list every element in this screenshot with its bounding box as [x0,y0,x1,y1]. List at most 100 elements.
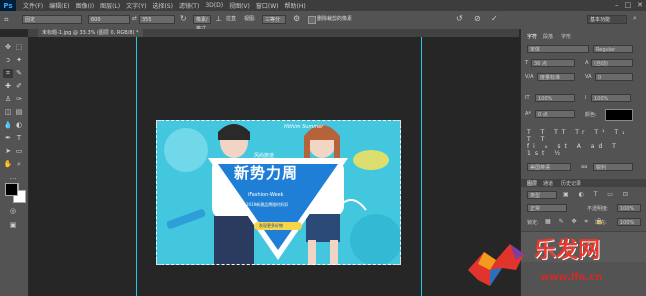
site-watermark: 乐发网 www.lfe.cn [462,228,646,296]
opacity-input[interactable]: 100% [617,204,641,212]
marquee-tool-icon[interactable]: ⬚ [14,43,24,52]
font-size-input[interactable]: 36 点 [531,59,575,67]
healing-brush-icon[interactable]: ✚ [3,82,13,91]
crop-width-input[interactable]: 600 [88,15,130,24]
cancel-icon[interactable]: ⊘ [474,14,481,23]
menu-view[interactable]: 视图(V) [226,1,253,10]
menu-bar: Ps 文件(F) 编辑(E) 图像(I) 图层(L) 文字(Y) 选择(S) 滤… [0,0,646,11]
text-style-buttons[interactable]: T T TT Tr T¹ T₁ T T [527,129,637,143]
brush-tool-icon[interactable]: ✐ [14,82,24,91]
baseline-input[interactable]: 0 点 [535,110,575,118]
kerning-icon: V/A [525,74,534,80]
commit-check-icon[interactable]: ✓ [491,14,498,23]
kerning-select[interactable]: 度量标准 [537,73,575,81]
layer-filter-icons[interactable]: ▣ ◐ T ▭ ⊡ [563,191,632,198]
delete-cropped-checkbox[interactable] [308,16,316,24]
vertical-scale-input[interactable]: 100% [535,94,575,102]
eraser-icon[interactable]: ◫ [3,108,13,117]
horizontal-scale-input[interactable]: 100% [591,94,631,102]
crop-height-input[interactable]: 355 [139,15,175,24]
crop-handle-br[interactable] [394,258,401,265]
pen-tool-icon[interactable]: ✒ [3,134,13,143]
screen-mode-icon[interactable]: ▣ [8,221,18,230]
tab-paragraph[interactable]: 段落 [543,33,553,40]
blend-mode-select[interactable]: 正常 [527,204,567,212]
blur-tool-icon[interactable]: 💧 [3,121,13,130]
font-size-icon: T [525,60,529,66]
menu-edit[interactable]: 编辑(E) [46,1,72,10]
menu-file[interactable]: 文件(F) [20,1,46,10]
tab-character[interactable]: 字符 [527,33,537,40]
foreground-color-swatch-top[interactable] [5,183,18,196]
type-tool-icon[interactable]: T [14,134,24,143]
tracking-icon: VA [585,74,592,80]
guide-line-right[interactable] [421,37,422,296]
workspace-switcher[interactable]: 基本功能 [587,15,627,24]
rotate-icon[interactable]: ↻ [180,14,187,23]
tracking-input[interactable]: 0 [595,73,633,81]
layer-filter-select[interactable]: 类型 [527,191,557,199]
menu-layer[interactable]: 图层(L) [97,1,123,10]
opentype-buttons[interactable]: fi ℴ st A ad T 1st ½ [527,143,637,157]
tab-channels[interactable]: 通道 [543,180,553,187]
tab-glyphs[interactable]: 字形 [561,33,571,40]
gradient-icon[interactable]: ▤ [14,108,24,117]
tab-history[interactable]: 历史记录 [561,180,581,187]
swap-icon[interactable]: ⇄ [132,15,137,22]
lock-label: 锁定: [527,220,539,226]
crop-frame[interactable] [156,120,401,265]
document-tab[interactable]: 未标题-1.jpg @ 33.3% (图层 0, RGB/8) * [38,29,143,37]
layers-panel-header: 图层 通道 历史记录 [521,179,646,187]
search-icon[interactable]: ⌕ [633,14,637,23]
language-select[interactable]: 美国英语 [527,163,571,171]
dodge-tool-icon[interactable]: ◐ [14,121,24,130]
crop-handle-tl[interactable] [156,120,163,127]
crop-style-select[interactable]: 固定 [22,15,82,24]
dragon-logo [468,244,524,286]
anti-alias-select[interactable]: 锐利 [593,163,633,171]
menu-3d[interactable]: 3D(D) [202,2,226,9]
rectangle-tool-icon[interactable]: ▭ [14,147,24,156]
eyedropper-icon[interactable]: ✎ [14,69,24,78]
menu-help[interactable]: 帮助(H) [282,1,309,10]
scale-horizontal-icon: I [585,95,587,101]
magic-wand-icon[interactable]: ✦ [14,56,24,65]
history-brush-icon[interactable]: ✑ [14,95,24,104]
menu-image[interactable]: 图像(I) [73,1,97,10]
leading-input[interactable]: (自动) [591,59,633,67]
guide-line-left[interactable] [136,37,137,296]
zoom-tool-icon[interactable]: ⌕ [14,160,24,169]
menu-window[interactable]: 窗口(W) [253,1,282,10]
menu-select[interactable]: 选择(S) [149,1,176,10]
path-select-icon[interactable]: ➤ [3,147,13,156]
restore-icon[interactable]: □ [625,1,632,9]
document-canvas[interactable]: 风尚旅途 新势力周 iFashion-Week 2019新潮品牌限时折扣 发现更… [156,120,401,265]
crop-tool-icon[interactable]: ⌗ [4,15,9,25]
straighten-label[interactable]: 拉直 [226,15,236,24]
tab-layers[interactable]: 图层 [527,180,537,187]
baseline-icon: Aª [525,111,531,117]
watermark-brand: 乐发网 [534,237,601,263]
font-family-select[interactable]: 宋体 [527,45,589,53]
lasso-tool-icon[interactable]: ↄ [3,56,13,65]
font-style-select[interactable]: Regular [593,45,633,53]
clone-stamp-icon[interactable]: ♙ [3,95,13,104]
hand-tool-icon[interactable]: ✋ [3,160,13,169]
crop-tool-icon[interactable]: ⌗ [3,69,13,78]
resolution-unit[interactable]: 像素/英寸 [193,15,211,32]
more-tools-icon[interactable]: … [8,173,18,182]
overlay-view-select[interactable]: 三等分 [262,15,286,24]
menu-type[interactable]: 文字(Y) [123,1,149,10]
text-color-swatch[interactable] [605,109,633,121]
crop-handle-tr[interactable] [394,120,401,127]
reset-icon[interactable]: ↺ [456,14,463,23]
crop-handle-bl[interactable] [156,258,163,265]
straighten-icon[interactable]: ⟂ [216,14,221,24]
close-icon[interactable]: ✕ [637,1,643,9]
move-tool-icon[interactable]: ✥ [3,43,13,52]
quick-mask-icon[interactable]: ◎ [8,207,18,216]
fill-input[interactable]: 100% [617,218,641,226]
minimize-icon[interactable]: – [615,1,619,9]
gear-icon[interactable]: ⚙ [293,14,300,23]
menu-filter[interactable]: 滤镜(T) [176,1,202,10]
